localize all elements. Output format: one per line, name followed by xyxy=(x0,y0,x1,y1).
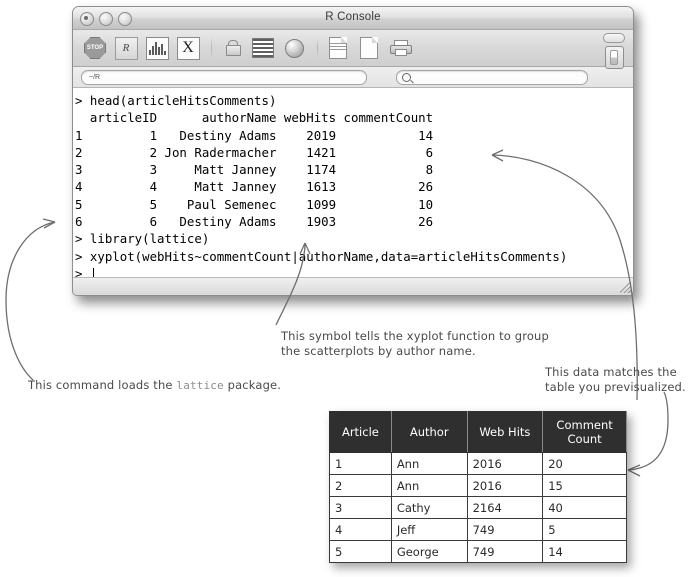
table-row: 3 Cathy 2164 40 xyxy=(329,496,627,519)
annotation-group-symbol: This symbol tells the xyplot function to… xyxy=(281,329,591,359)
cell-comment-count: 15 xyxy=(542,474,627,497)
stop-icon[interactable]: STOP xyxy=(81,34,109,62)
search-icon xyxy=(402,72,411,82)
cell-author: Ann xyxy=(390,452,468,475)
print-icon[interactable] xyxy=(386,34,414,62)
annotation-library-command: This command loads the lattice package. xyxy=(28,378,328,393)
column-header-comment-count: Comment Count xyxy=(542,411,627,453)
panel-toggle-icon[interactable] xyxy=(604,46,624,69)
toolbar-divider xyxy=(211,37,212,59)
source-r-script-icon[interactable]: R xyxy=(112,34,140,62)
column-header-comment-count-line1: Comment xyxy=(556,418,613,432)
arrow-table-match xyxy=(627,391,669,477)
toolbar-pill-button[interactable] xyxy=(603,33,625,43)
console-text: > head(articleHitsComments) articleID au… xyxy=(75,93,568,281)
cell-comment-count: 5 xyxy=(542,518,627,541)
column-header-web-hits: Web Hits xyxy=(466,411,544,453)
lock-icon[interactable] xyxy=(218,34,246,62)
annotation-group-symbol-line2: the scatterplots by author name. xyxy=(281,344,476,358)
r-console-window[interactable]: R Console STOP R X ~/R > head(articleHit… xyxy=(72,6,634,296)
toolbar[interactable]: STOP R X xyxy=(73,30,633,69)
cell-web-hits: 749 xyxy=(466,518,544,541)
table-row: 2 Ann 2016 15 xyxy=(329,474,627,497)
cell-web-hits: 749 xyxy=(466,540,544,563)
cell-article: 1 xyxy=(329,452,392,475)
cell-web-hits: 2016 xyxy=(466,452,544,475)
cell-article: 5 xyxy=(329,540,392,563)
annotation-library-suffix: package. xyxy=(223,378,282,392)
cell-article: 4 xyxy=(329,518,392,541)
sphere-icon[interactable] xyxy=(280,34,308,62)
cell-author: Ann xyxy=(390,474,468,497)
previsualized-data-table: Article Author Web Hits Comment Count 1 … xyxy=(329,411,627,563)
annotation-table-match: This data matches the table you previsua… xyxy=(545,365,692,395)
r-document-icon[interactable] xyxy=(324,34,352,62)
cell-web-hits: 2164 xyxy=(466,496,544,519)
window-titlebar[interactable]: R Console xyxy=(73,7,633,30)
working-directory-field[interactable]: ~/R xyxy=(81,69,367,85)
console-output[interactable]: > head(articleHitsComments) articleID au… xyxy=(73,88,633,281)
new-document-icon[interactable] xyxy=(355,34,383,62)
column-header-author: Author xyxy=(390,411,468,453)
toolbar-right-group[interactable] xyxy=(601,32,627,69)
window-title: R Console xyxy=(325,11,381,23)
annotation-library-prefix: This command loads the xyxy=(28,378,177,392)
path-search-bar[interactable]: ~/R xyxy=(73,67,633,88)
cell-author: Jeff xyxy=(390,518,468,541)
cell-article: 3 xyxy=(329,496,392,519)
histogram-icon[interactable] xyxy=(143,34,171,62)
table-body: 1 Ann 2016 20 2 Ann 2016 15 3 Cathy 2164… xyxy=(329,452,627,563)
cell-comment-count: 20 xyxy=(542,452,627,475)
table-header-row: Article Author Web Hits Comment Count xyxy=(329,411,627,453)
x11-device-icon[interactable]: X xyxy=(174,34,202,62)
cell-comment-count: 14 xyxy=(542,540,627,563)
resize-grip-icon[interactable] xyxy=(620,282,631,293)
cell-author: Cathy xyxy=(390,496,468,519)
cell-web-hits: 2016 xyxy=(466,474,544,497)
annotation-table-match-line1: This data matches the xyxy=(545,365,677,379)
cell-article: 2 xyxy=(329,474,392,497)
table-row: 1 Ann 2016 20 xyxy=(329,452,627,475)
annotation-library-code: lattice xyxy=(176,379,224,392)
annotation-group-symbol-line1: This symbol tells the xyplot function to… xyxy=(281,329,549,343)
cell-comment-count: 40 xyxy=(542,496,627,519)
annotation-table-match-line2: table you previsualized. xyxy=(545,380,686,394)
list-view-icon[interactable] xyxy=(249,34,277,62)
table-row: 4 Jeff 749 5 xyxy=(329,518,627,541)
arrow-library-command xyxy=(5,218,56,381)
window-statusbar xyxy=(73,277,633,295)
column-header-comment-count-line2: Count xyxy=(567,432,602,446)
toolbar-divider-2 xyxy=(317,37,318,59)
search-input[interactable] xyxy=(396,69,588,85)
cell-author: George xyxy=(390,540,468,563)
column-header-article: Article xyxy=(329,411,392,453)
table-row: 5 George 749 14 xyxy=(329,540,627,563)
